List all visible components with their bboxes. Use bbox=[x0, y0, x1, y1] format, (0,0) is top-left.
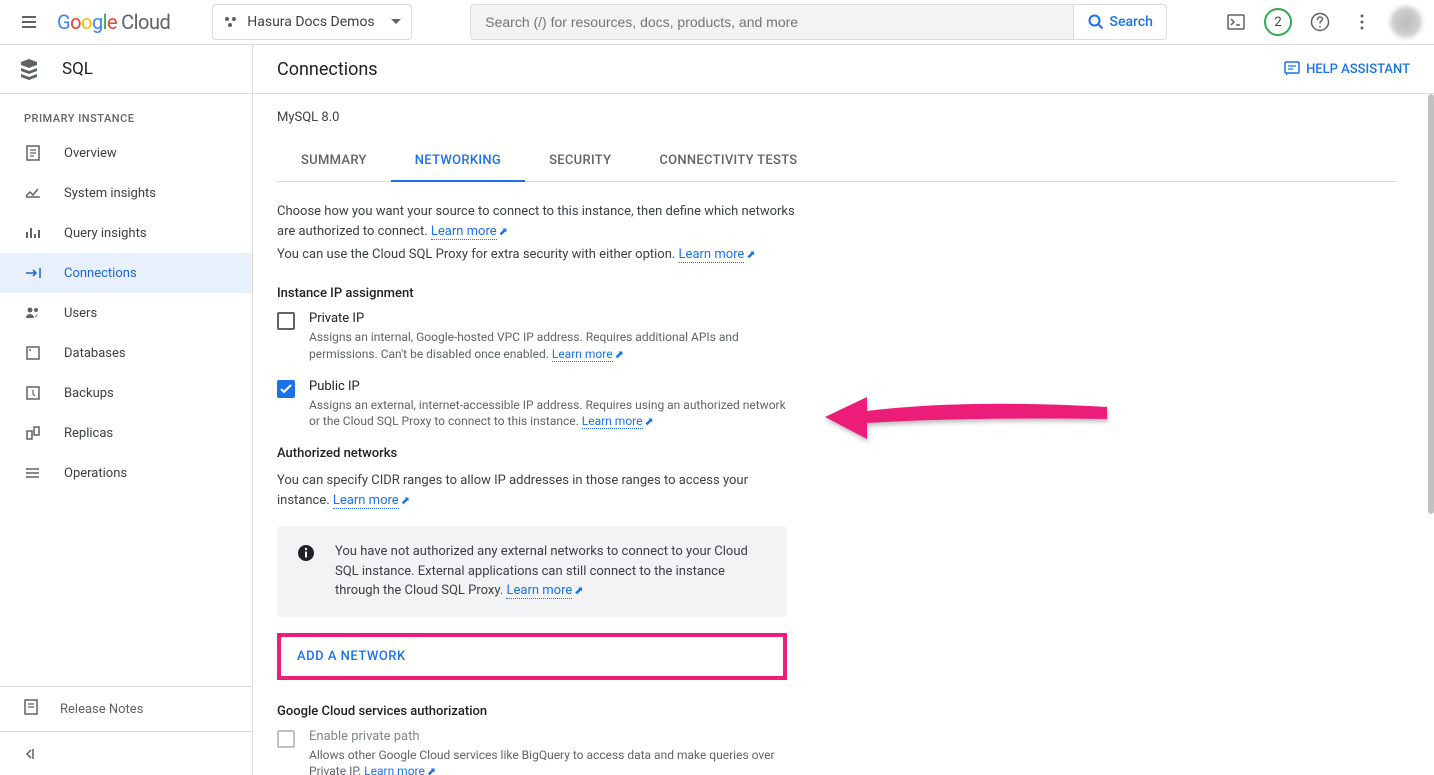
authorized-networks-title: Authorized networks bbox=[277, 446, 1410, 461]
operations-icon bbox=[24, 467, 42, 479]
sidebar-item-replicas[interactable]: Replicas bbox=[0, 413, 252, 453]
learn-more-link[interactable]: Learn more bbox=[582, 414, 643, 429]
product-title: SQL bbox=[62, 59, 93, 79]
tab-networking[interactable]: NETWORKING bbox=[391, 141, 525, 182]
collapse-sidebar-button[interactable] bbox=[0, 731, 252, 775]
connections-icon bbox=[24, 267, 42, 279]
more-options-icon[interactable] bbox=[1348, 8, 1376, 36]
intro-text-1: Choose how you want your source to conne… bbox=[277, 202, 797, 241]
overview-icon bbox=[24, 145, 42, 161]
learn-more-link[interactable]: Learn more bbox=[679, 247, 745, 263]
project-selector[interactable]: Hasura Docs Demos bbox=[212, 4, 412, 40]
external-link-icon: ⬈ bbox=[427, 765, 436, 775]
private-ip-desc: Assigns an internal, Google-hosted VPC I… bbox=[309, 329, 797, 363]
public-ip-label: Public IP bbox=[309, 379, 797, 394]
info-box: You have not authorized any external net… bbox=[277, 526, 787, 617]
tabs: SUMMARY NETWORKING SECURITY CONNECTIVITY… bbox=[277, 141, 1397, 182]
sidebar-item-users[interactable]: Users bbox=[0, 293, 252, 333]
product-header: SQL bbox=[0, 45, 252, 94]
sidebar-item-backups[interactable]: Backups bbox=[0, 373, 252, 413]
page-title: Connections bbox=[277, 59, 378, 80]
release-notes-link[interactable]: Release Notes bbox=[0, 687, 252, 731]
external-link-icon: ⬈ bbox=[615, 348, 624, 361]
external-link-icon: ⬈ bbox=[401, 494, 410, 507]
replicas-icon bbox=[24, 426, 42, 440]
chevron-left-icon bbox=[24, 748, 36, 760]
info-icon bbox=[297, 544, 315, 562]
tab-security[interactable]: SECURITY bbox=[525, 141, 635, 181]
sql-product-icon bbox=[18, 58, 40, 80]
ip-assignment-title: Instance IP assignment bbox=[277, 286, 1410, 301]
learn-more-link[interactable]: Learn more bbox=[333, 493, 399, 509]
project-name: Hasura Docs Demos bbox=[247, 14, 383, 30]
sidebar-item-databases[interactable]: Databases bbox=[0, 333, 252, 373]
cloud-shell-icon[interactable] bbox=[1222, 8, 1250, 36]
intro-text-2: You can use the Cloud SQL Proxy for extr… bbox=[277, 247, 1410, 262]
external-link-icon: ⬈ bbox=[746, 248, 755, 261]
help-assistant-button[interactable]: HELP ASSISTANT bbox=[1284, 61, 1410, 77]
check-icon bbox=[280, 384, 292, 394]
sidebar-item-operations[interactable]: Operations bbox=[0, 453, 252, 493]
info-text: You have not authorized any external net… bbox=[335, 542, 767, 601]
search-button[interactable]: Search bbox=[1073, 4, 1167, 40]
add-network-button[interactable]: ADD A NETWORK bbox=[277, 633, 787, 680]
gcs-auth-title: Google Cloud services authorization bbox=[277, 704, 1410, 719]
tab-connectivity-tests[interactable]: CONNECTIVITY TESTS bbox=[635, 141, 821, 181]
learn-more-link[interactable]: Learn more bbox=[364, 764, 425, 775]
query-insights-icon bbox=[24, 226, 42, 240]
private-ip-checkbox[interactable] bbox=[277, 312, 295, 330]
external-link-icon: ⬈ bbox=[499, 225, 508, 238]
private-ip-label: Private IP bbox=[309, 311, 797, 326]
databases-icon bbox=[24, 346, 42, 360]
authorized-networks-desc: You can specify CIDR ranges to allow IP … bbox=[277, 471, 797, 510]
sidebar-item-query-insights[interactable]: Query insights bbox=[0, 213, 252, 253]
chevron-down-icon bbox=[391, 19, 401, 25]
scrollbar[interactable] bbox=[1428, 94, 1434, 774]
search-box[interactable] bbox=[470, 4, 1073, 40]
sidebar-item-system-insights[interactable]: System insights bbox=[0, 173, 252, 213]
user-avatar[interactable] bbox=[1390, 6, 1422, 38]
public-ip-desc: Assigns an external, internet-accessible… bbox=[309, 397, 797, 431]
backups-icon bbox=[24, 386, 42, 400]
scrollbar-thumb[interactable] bbox=[1428, 94, 1434, 514]
learn-more-link[interactable]: Learn more bbox=[552, 347, 613, 362]
sidebar-section-label: PRIMARY INSTANCE bbox=[0, 112, 252, 133]
instance-subtitle: MySQL 8.0 bbox=[277, 110, 1410, 125]
system-insights-icon bbox=[24, 188, 42, 198]
users-icon bbox=[24, 307, 42, 319]
external-link-icon: ⬈ bbox=[574, 584, 583, 597]
learn-more-link[interactable]: Learn more bbox=[506, 583, 572, 599]
tab-summary[interactable]: SUMMARY bbox=[277, 141, 391, 181]
google-cloud-logo[interactable]: GoogleCloud bbox=[57, 10, 170, 34]
private-path-desc: Allows other Google Cloud services like … bbox=[309, 747, 797, 775]
sidebar-item-overview[interactable]: Overview bbox=[0, 133, 252, 173]
chat-icon bbox=[1284, 61, 1300, 77]
public-ip-checkbox[interactable] bbox=[277, 380, 295, 398]
external-link-icon: ⬈ bbox=[645, 415, 654, 428]
notifications-badge[interactable]: 2 bbox=[1264, 8, 1292, 36]
private-path-label: Enable private path bbox=[309, 729, 797, 744]
search-icon bbox=[1088, 14, 1104, 30]
project-icon bbox=[223, 14, 239, 30]
help-icon[interactable] bbox=[1306, 8, 1334, 36]
sidebar-item-connections[interactable]: Connections bbox=[0, 253, 252, 293]
hamburger-menu-icon[interactable] bbox=[12, 6, 45, 39]
search-input[interactable] bbox=[485, 14, 1059, 30]
learn-more-link[interactable]: Learn more bbox=[431, 224, 497, 240]
release-notes-icon bbox=[24, 699, 38, 719]
private-path-checkbox bbox=[277, 730, 295, 748]
